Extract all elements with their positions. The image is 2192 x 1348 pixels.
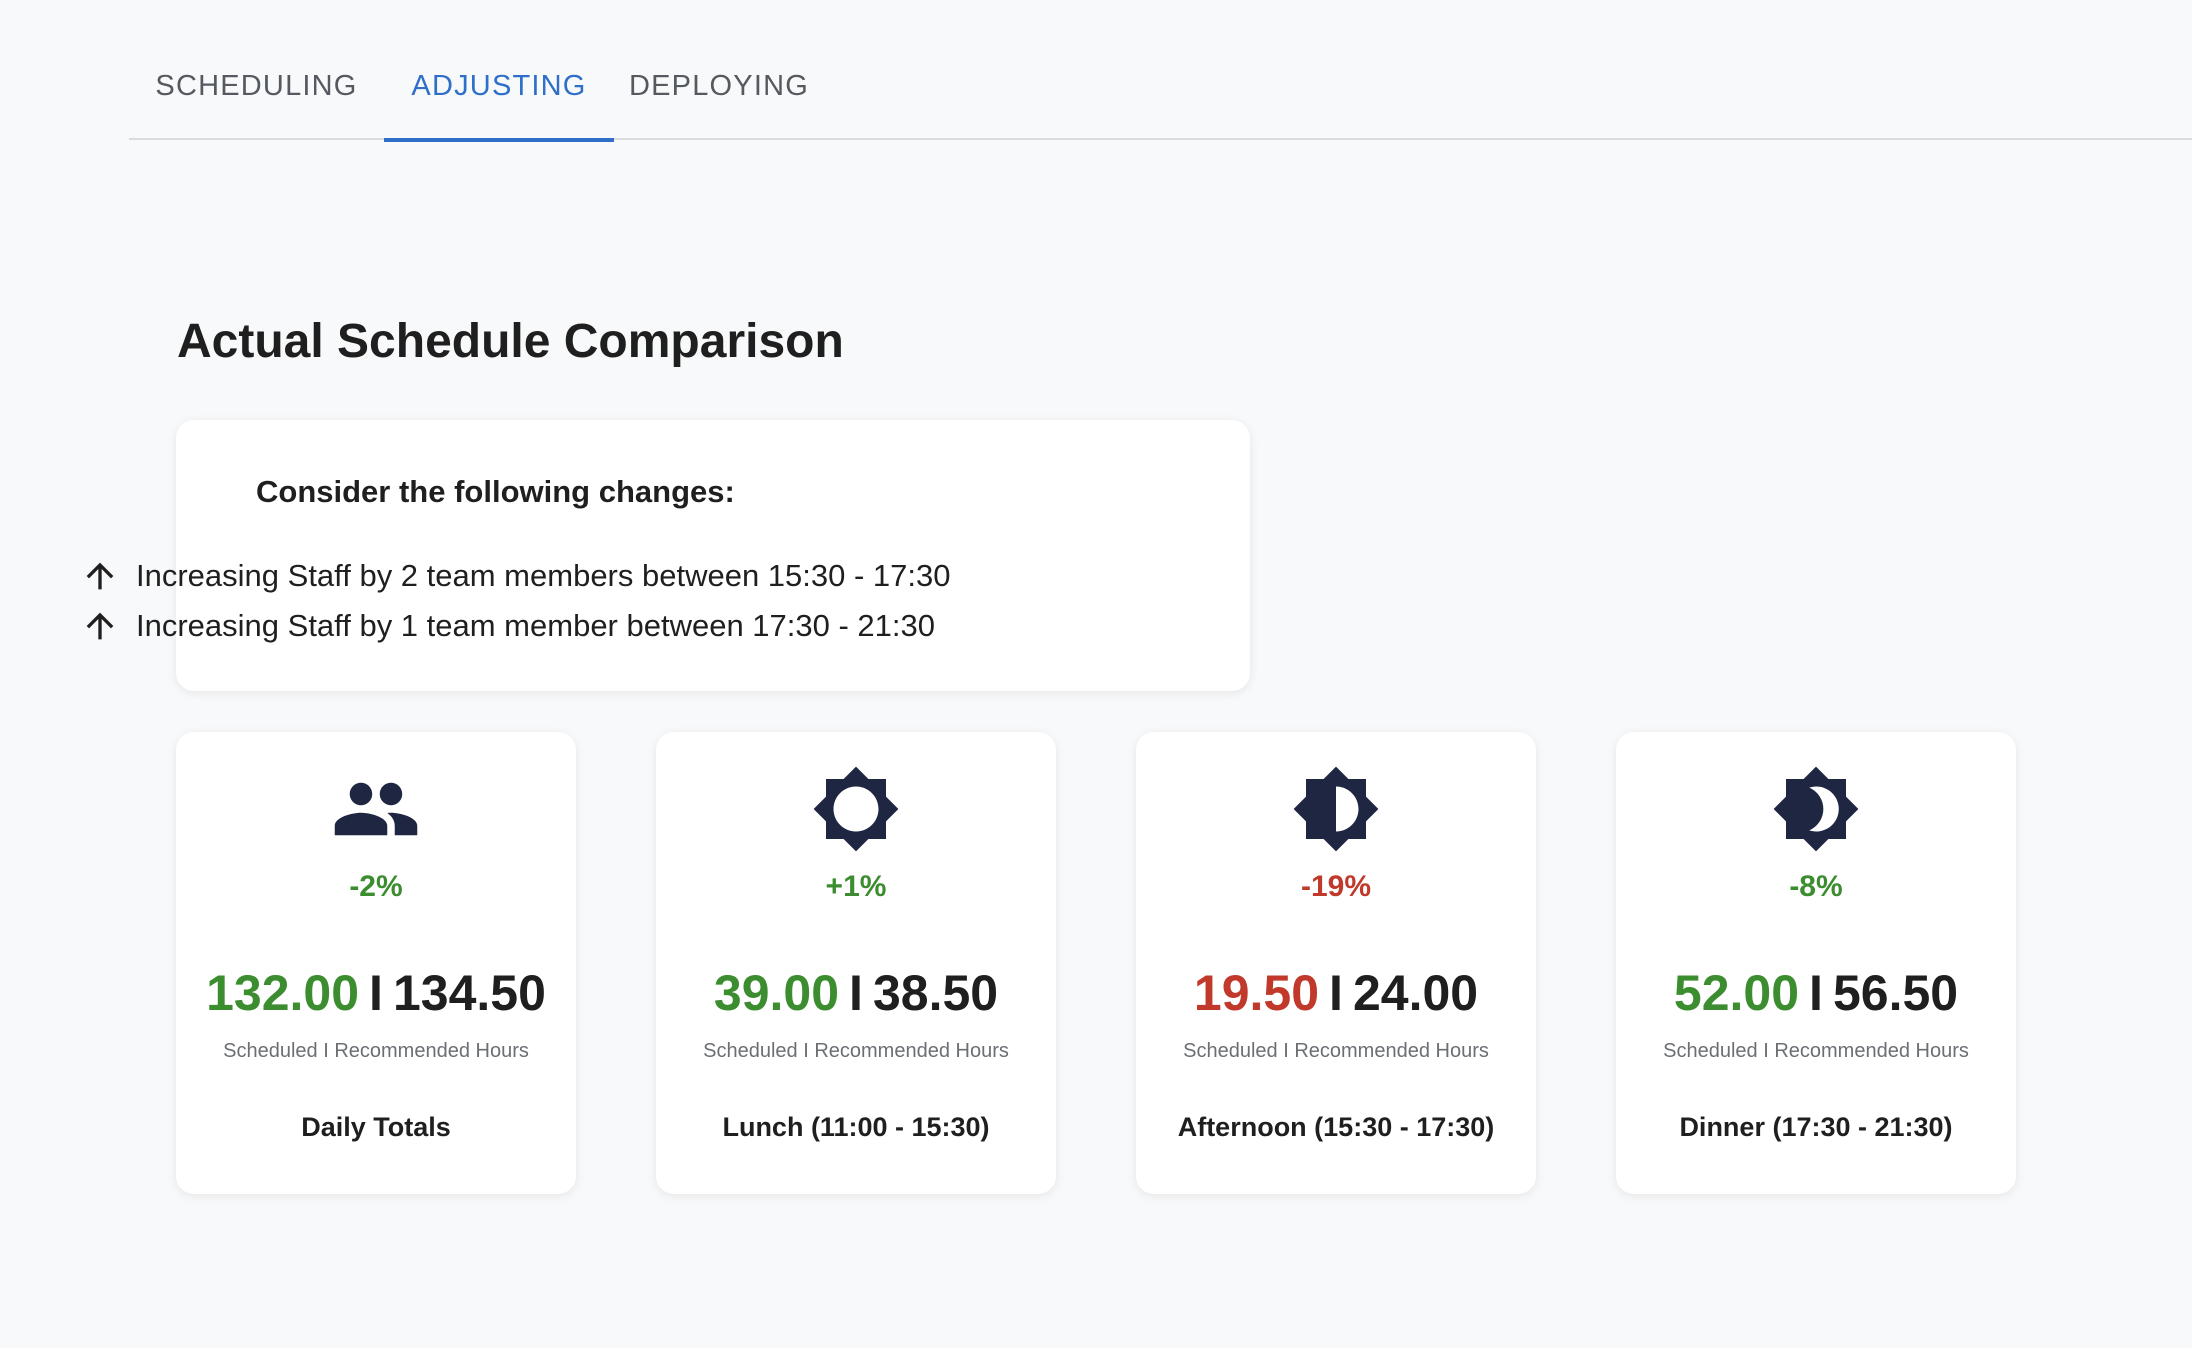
metric-card-daily-totals: -2% 132.00 I 134.50 Scheduled I Recommende… bbox=[176, 732, 576, 1194]
page-title: Actual Schedule Comparison bbox=[177, 315, 844, 368]
brightness-medium-icon bbox=[1293, 766, 1379, 852]
metric-caption: Scheduled I Recommended Hours bbox=[703, 1040, 1009, 1062]
metric-change: -2% bbox=[349, 870, 403, 903]
tab-adjusting[interactable]: ADJUSTING bbox=[384, 70, 614, 142]
recommended-hours: 38.50 bbox=[872, 965, 999, 1021]
metric-values: 132.00 I 134.50 bbox=[176, 964, 576, 1022]
arrow-up-icon bbox=[86, 612, 114, 640]
metric-card-lunch: +1% 39.00 I 38.50 Scheduled I Recommended … bbox=[656, 732, 1056, 1194]
scheduled-hours: 132.00 bbox=[206, 965, 360, 1021]
tab-scheduling[interactable]: SCHEDULING bbox=[129, 70, 384, 140]
suggestion-item: Increasing Staff by 2 team members betwe… bbox=[80, 556, 951, 596]
scheduled-hours: 52.00 bbox=[1673, 965, 1800, 1021]
metric-change: -8% bbox=[1789, 870, 1843, 903]
metric-label: Daily Totals bbox=[301, 1112, 451, 1142]
metric-caption: Scheduled I Recommended Hours bbox=[1183, 1040, 1489, 1062]
brightness-high-icon bbox=[813, 766, 899, 852]
metric-card-dinner: -8% 52.00 I 56.50 Scheduled I Recommended … bbox=[1616, 732, 2016, 1194]
scheduled-hours: 39.00 bbox=[713, 965, 840, 1021]
tab-label: DEPLOYING bbox=[628, 70, 809, 102]
value-separator: I bbox=[369, 965, 383, 1021]
tab-deploying[interactable]: DEPLOYING bbox=[614, 70, 824, 140]
tab-indicator bbox=[384, 138, 614, 142]
tab-label: SCHEDULING bbox=[155, 70, 358, 102]
suggestions-title: Consider the following changes: bbox=[256, 474, 735, 509]
metric-label: Dinner (17:30 - 21:30) bbox=[1679, 1112, 1953, 1142]
scheduled-hours: 19.50 bbox=[1193, 965, 1320, 1021]
brightness-night-icon bbox=[1773, 766, 1859, 852]
metric-card-afternoon: -19% 19.50 I 24.00 Scheduled I Recommended… bbox=[1136, 732, 1536, 1194]
metric-label: Lunch (11:00 - 15:30) bbox=[722, 1112, 990, 1142]
metric-change: -19% bbox=[1300, 870, 1372, 903]
suggestion-text: Increasing Staff by 2 team members betwe… bbox=[136, 558, 951, 593]
tab-label: ADJUSTING bbox=[411, 70, 587, 102]
value-separator: I bbox=[1329, 965, 1343, 1021]
value-separator: I bbox=[849, 965, 863, 1021]
metric-caption: Scheduled I Recommended Hours bbox=[1663, 1040, 1969, 1062]
people-icon bbox=[334, 782, 418, 836]
metric-change: +1% bbox=[825, 870, 887, 903]
recommended-hours: 56.50 bbox=[1832, 965, 1959, 1021]
metric-caption: Scheduled I Recommended Hours bbox=[223, 1040, 529, 1062]
suggestion-text: Increasing Staff by 1 team member betwee… bbox=[136, 608, 936, 643]
recommended-hours: 24.00 bbox=[1352, 965, 1479, 1021]
metric-values: 39.00 I 38.50 bbox=[656, 964, 1056, 1022]
suggestion-item: Increasing Staff by 1 team member betwee… bbox=[80, 606, 935, 646]
metric-values: 19.50 I 24.00 bbox=[1136, 964, 1536, 1022]
arrow-up-icon bbox=[86, 562, 114, 590]
recommended-hours: 134.50 bbox=[392, 965, 546, 1021]
tab-bar: SCHEDULING ADJUSTING DEPLOYING bbox=[129, 0, 2192, 142]
value-separator: I bbox=[1809, 965, 1823, 1021]
metric-values: 52.00 I 56.50 bbox=[1616, 964, 2016, 1022]
metric-label: Afternoon (15:30 - 17:30) bbox=[1177, 1112, 1495, 1142]
